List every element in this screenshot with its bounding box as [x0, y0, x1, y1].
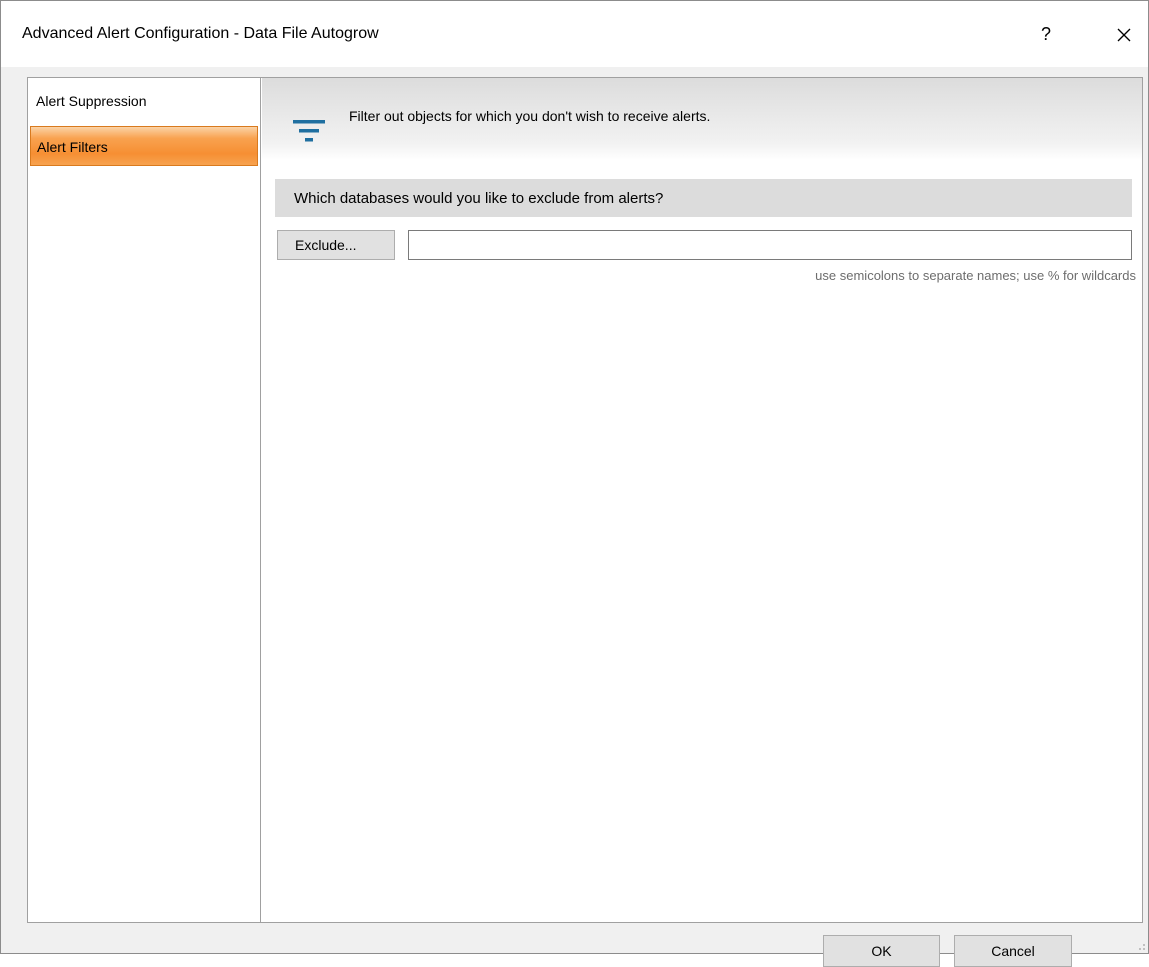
ok-button[interactable]: OK — [823, 935, 940, 967]
exclude-input[interactable] — [408, 230, 1132, 260]
dialog-window: Advanced Alert Configuration - Data File… — [0, 0, 1149, 967]
question-label: Which databases would you like to exclud… — [294, 190, 664, 207]
resize-grip-icon[interactable] — [1136, 941, 1146, 951]
close-icon — [1117, 28, 1131, 42]
question-bar: Which databases would you like to exclud… — [275, 179, 1132, 217]
content-frame: Alert Suppression Alert Filters Filter o… — [27, 77, 1143, 923]
nav-item-alert-suppression[interactable]: Alert Suppression — [30, 81, 258, 121]
window-title: Advanced Alert Configuration - Data File… — [22, 25, 379, 42]
help-button[interactable]: ? — [1031, 19, 1061, 49]
close-button[interactable] — [1109, 19, 1139, 49]
hint-text: use semicolons to separate names; use % … — [815, 268, 1136, 283]
nav-panel: Alert Suppression Alert Filters — [28, 78, 261, 922]
title-bar: Advanced Alert Configuration - Data File… — [1, 1, 1148, 67]
header-description: Filter out objects for which you don't w… — [349, 108, 711, 124]
nav-item-alert-filters[interactable]: Alert Filters — [30, 126, 258, 166]
main-panel: Filter out objects for which you don't w… — [262, 78, 1142, 922]
exclude-button[interactable]: Exclude... — [277, 230, 395, 260]
filter-icon — [293, 120, 325, 142]
header-band: Filter out objects for which you don't w… — [262, 78, 1142, 160]
nav-item-label: Alert Suppression — [36, 93, 147, 109]
nav-item-label: Alert Filters — [37, 139, 108, 155]
cancel-button[interactable]: Cancel — [954, 935, 1072, 967]
